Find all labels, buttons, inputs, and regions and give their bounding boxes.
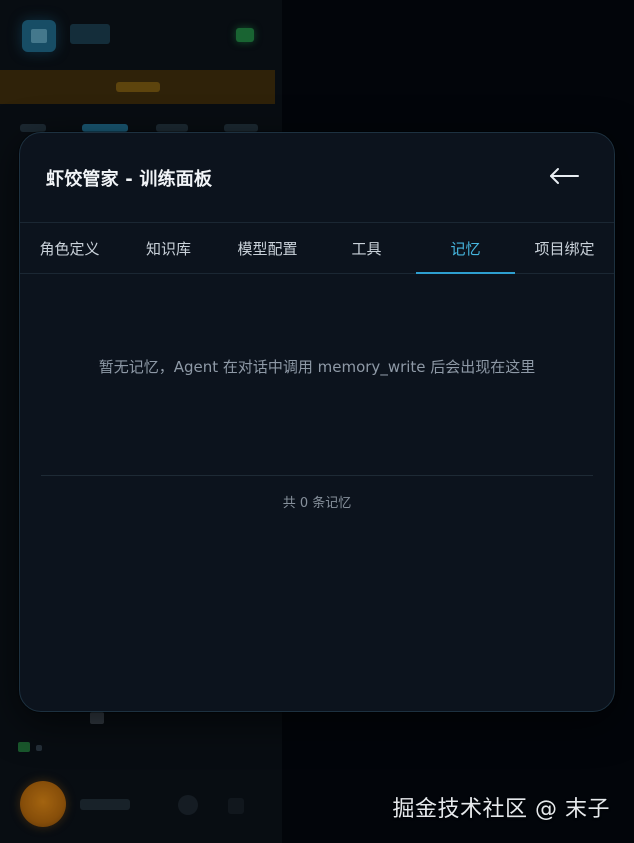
tab-bar: 角色定义 知识库 模型配置 工具 记忆 项目绑定 [20, 223, 614, 274]
divider [41, 475, 593, 476]
watermark: 掘金技术社区 @ 末子 [392, 797, 610, 822]
memory-panel: 暂无记忆，Agent 在对话中调用 memory_write 后会出现在这里 共… [20, 274, 614, 711]
empty-state-message: 暂无记忆，Agent 在对话中调用 memory_write 后会出现在这里 [98, 358, 536, 376]
tab-knowledge-base[interactable]: 知识库 [119, 223, 218, 273]
modal-header: 虾饺管家 - 训练面板 [20, 133, 614, 223]
tab-tools[interactable]: 工具 [317, 223, 416, 273]
back-button[interactable] [544, 159, 584, 193]
training-panel-modal: 虾饺管家 - 训练面板 角色定义 知识库 模型配置 工具 记忆 项目绑定 暂无记… [19, 132, 615, 712]
tab-role-definition[interactable]: 角色定义 [20, 223, 119, 273]
arrow-left-icon [550, 168, 579, 184]
tab-project-binding[interactable]: 项目绑定 [515, 223, 614, 273]
tab-model-config[interactable]: 模型配置 [218, 223, 317, 273]
tab-memory[interactable]: 记忆 [416, 223, 515, 274]
memory-count: 共 0 条记忆 [282, 496, 352, 511]
modal-title: 虾饺管家 - 训练面板 [46, 169, 213, 190]
